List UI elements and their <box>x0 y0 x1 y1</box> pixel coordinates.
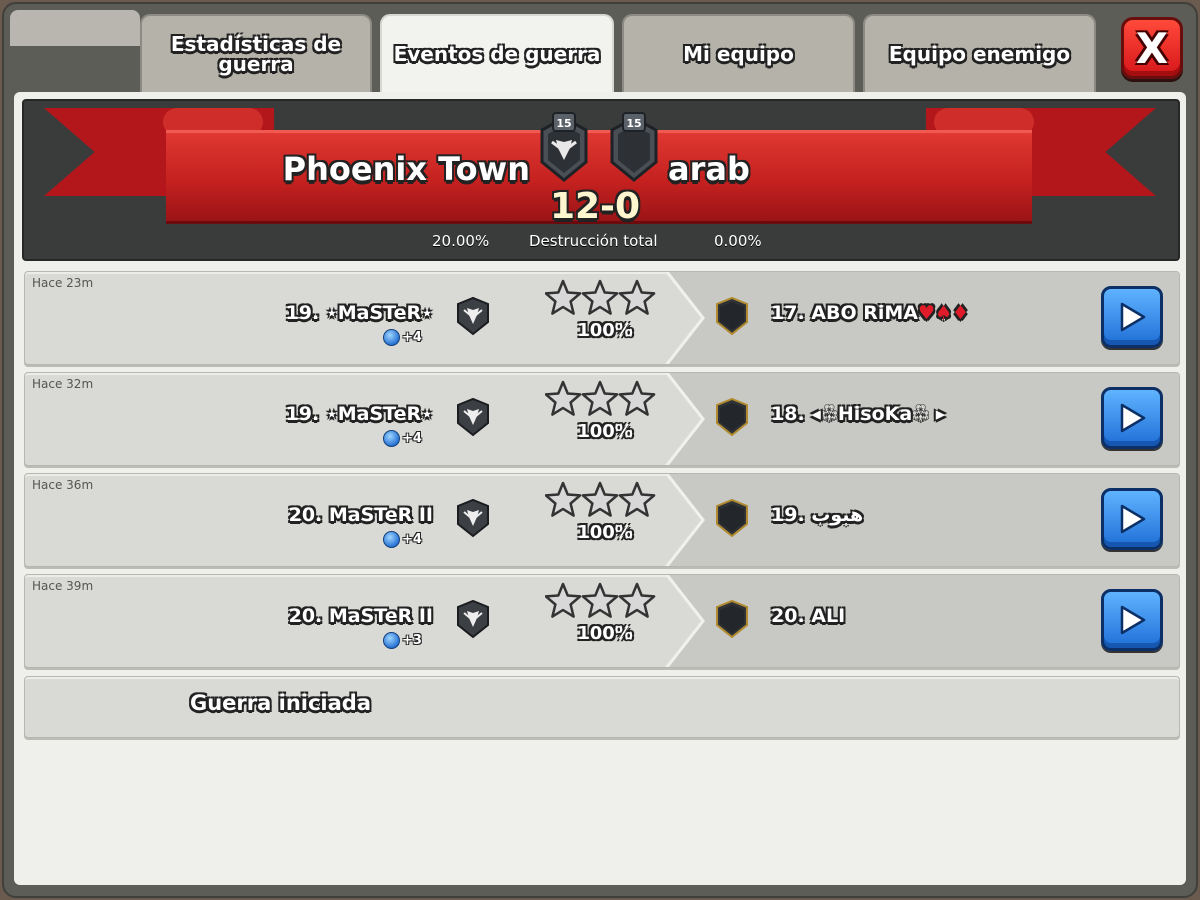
league-medal-icon <box>383 329 400 346</box>
attacker-name: 20. MaSTeR II <box>288 605 433 627</box>
event-time: Hace 32m <box>32 377 94 391</box>
replay-button[interactable] <box>1101 488 1163 550</box>
league-medal-icon <box>383 430 400 447</box>
tab-war-events[interactable]: Eventos de guerra <box>380 14 614 92</box>
star-icon <box>545 279 582 315</box>
my-clan-name: Phoenix Town <box>282 150 530 188</box>
enemy-destruction: 0.00% <box>714 232 762 250</box>
attacker-name: 19. ⋆MaSTeR⋆ <box>285 302 433 324</box>
close-icon: X <box>1135 23 1169 73</box>
stars-earned <box>545 380 656 416</box>
war-score: 12-0 <box>549 186 641 227</box>
enemy-clan-level: 15 <box>626 117 641 130</box>
tab-enemy-team[interactable]: Equipo enemigo <box>863 14 1096 92</box>
league-bonus: +4 <box>383 531 422 548</box>
stars-earned <box>545 279 656 315</box>
stars-earned <box>545 481 656 517</box>
defender-name-symbols: ♥♠♦ <box>917 302 970 324</box>
defender-name-text: 19. هبوب <box>771 504 864 526</box>
attacker-clan-badge-icon <box>457 397 489 437</box>
enemy-clan-name: arab <box>668 150 750 188</box>
destruction-percent: 100% <box>577 623 633 644</box>
replay-button[interactable] <box>1101 387 1163 449</box>
my-destruction: 20.00% <box>432 232 490 250</box>
tab-strip-edge <box>10 10 140 46</box>
war-event-row-1: Hace 23m 19. ⋆MaSTeR⋆ +4 100% 17. ABO Ri… <box>24 271 1180 365</box>
tab-war-stats-line1: Estadísticas de <box>170 32 342 56</box>
war-started-row: Guerra iniciada <box>24 676 1180 738</box>
star-icon <box>545 582 582 618</box>
destruction-percent: 100% <box>577 320 633 341</box>
attacker-clan-badge-icon <box>457 296 489 336</box>
play-icon <box>1120 302 1146 332</box>
destruction-percent: 100% <box>577 421 633 442</box>
star-icon <box>581 279 619 315</box>
defender-name-text: 18. ◂♧HisoKa♧ ▸ <box>771 403 946 425</box>
tab-war-stats[interactable]: Estadísticas de guerra <box>140 14 372 92</box>
war-started-label: Guerra iniciada <box>190 691 371 715</box>
war-event-row-4: Hace 39m 20. MaSTeR II +3 100% 20. ALI <box>24 574 1180 668</box>
event-time: Hace 36m <box>32 478 94 492</box>
league-bonus: +4 <box>383 329 422 346</box>
defender-clan-badge-icon <box>716 599 748 639</box>
war-event-row-2: Hace 32m 19. ⋆MaSTeR⋆ +4 100% 18. ◂♧Hiso… <box>24 372 1180 466</box>
play-icon <box>1120 403 1146 433</box>
tab-my-team[interactable]: Mi equipo <box>622 14 855 92</box>
league-bonus: +3 <box>383 632 422 649</box>
close-button[interactable]: X <box>1121 17 1183 79</box>
star-icon <box>581 380 619 416</box>
defender-name-text: 20. ALI <box>771 605 846 627</box>
defender-name: 18. ◂♧HisoKa♧ ▸ <box>771 403 945 425</box>
attacker-name: 20. MaSTeR II <box>288 504 433 526</box>
star-icon <box>618 380 656 416</box>
league-medal-icon <box>383 632 400 649</box>
defender-name: 19. هبوب <box>771 504 863 526</box>
replay-button[interactable] <box>1101 589 1163 651</box>
play-icon <box>1120 504 1146 534</box>
league-bonus-value: +4 <box>402 431 422 446</box>
defender-name: 20. ALI <box>771 605 845 627</box>
defender-clan-badge-icon <box>716 397 748 437</box>
destruction-percent: 100% <box>577 522 633 543</box>
enemy-clan-badge-icon: 15 <box>610 112 658 182</box>
league-medal-icon <box>383 531 400 548</box>
attacker-clan-badge-icon <box>457 599 489 639</box>
tab-my-team-label: Mi equipo <box>683 42 794 66</box>
tab-war-events-label: Eventos de guerra <box>393 42 601 66</box>
war-event-row-3: Hace 36m 20. MaSTeR II +4 100% 19. هبوب <box>24 473 1180 567</box>
destruction-label: Destrucción total <box>529 232 658 250</box>
play-icon <box>1120 605 1146 635</box>
league-bonus-value: +3 <box>402 633 422 648</box>
league-bonus-value: +4 <box>402 330 422 345</box>
my-clan-level: 15 <box>556 117 571 130</box>
star-icon <box>618 582 656 618</box>
star-icon <box>581 582 619 618</box>
star-icon <box>545 380 582 416</box>
defender-name-text: 17. ABO RiMA <box>771 302 918 324</box>
attacker-clan-badge-icon <box>457 498 489 538</box>
defender-clan-badge-icon <box>716 498 748 538</box>
event-time: Hace 23m <box>32 276 94 290</box>
league-bonus: +4 <box>383 430 422 447</box>
my-clan-badge-icon: 15 <box>540 112 588 182</box>
replay-button[interactable] <box>1101 286 1163 348</box>
star-icon <box>581 481 619 517</box>
league-bonus-value: +4 <box>402 532 422 547</box>
attacker-name: 19. ⋆MaSTeR⋆ <box>285 403 433 425</box>
tab-war-stats-line2: guerra <box>218 52 294 76</box>
tab-enemy-team-label: Equipo enemigo <box>888 42 1071 66</box>
star-icon <box>618 279 656 315</box>
star-icon <box>545 481 582 517</box>
event-time: Hace 39m <box>32 579 94 593</box>
star-icon <box>618 481 656 517</box>
defender-name: 17. ABO RiMA♥♠♦ <box>771 302 969 324</box>
stars-earned <box>545 582 656 618</box>
defender-clan-badge-icon <box>716 296 748 336</box>
